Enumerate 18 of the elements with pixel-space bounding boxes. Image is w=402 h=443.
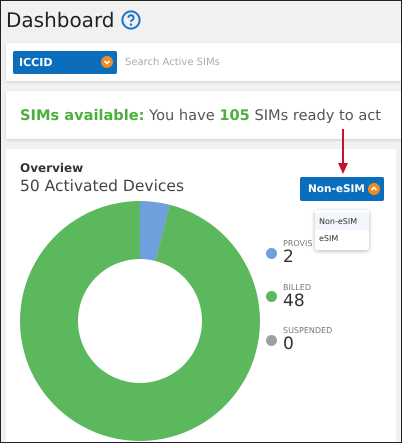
legend-label: SUSPENDED bbox=[283, 326, 332, 336]
legend-value: 0 bbox=[283, 335, 295, 354]
chevron-down-icon bbox=[101, 56, 113, 68]
overview-title: Overview bbox=[20, 161, 84, 175]
legend-label: BILLED bbox=[283, 282, 311, 292]
legend-value: 48 bbox=[283, 292, 306, 310]
legend-label: PROVIS bbox=[283, 239, 312, 248]
sim-type-dropdown[interactable]: Non-eSIM bbox=[300, 177, 384, 201]
legend-value: 2 bbox=[283, 248, 295, 267]
menu-option[interactable]: Non-eSIM bbox=[315, 213, 369, 230]
filter-dropdown[interactable]: ICCID bbox=[13, 50, 117, 74]
device-count: 50 Activated Devices bbox=[20, 177, 184, 195]
availability-message: SIMs available: You have 105 SIMs ready to act bbox=[20, 106, 382, 124]
chevron-up-icon bbox=[368, 183, 380, 195]
help-icon[interactable] bbox=[120, 10, 141, 30]
annotation-arrow bbox=[337, 129, 349, 175]
menu-option[interactable]: eSIM bbox=[315, 230, 369, 247]
page-title: Dashboard bbox=[6, 8, 115, 32]
